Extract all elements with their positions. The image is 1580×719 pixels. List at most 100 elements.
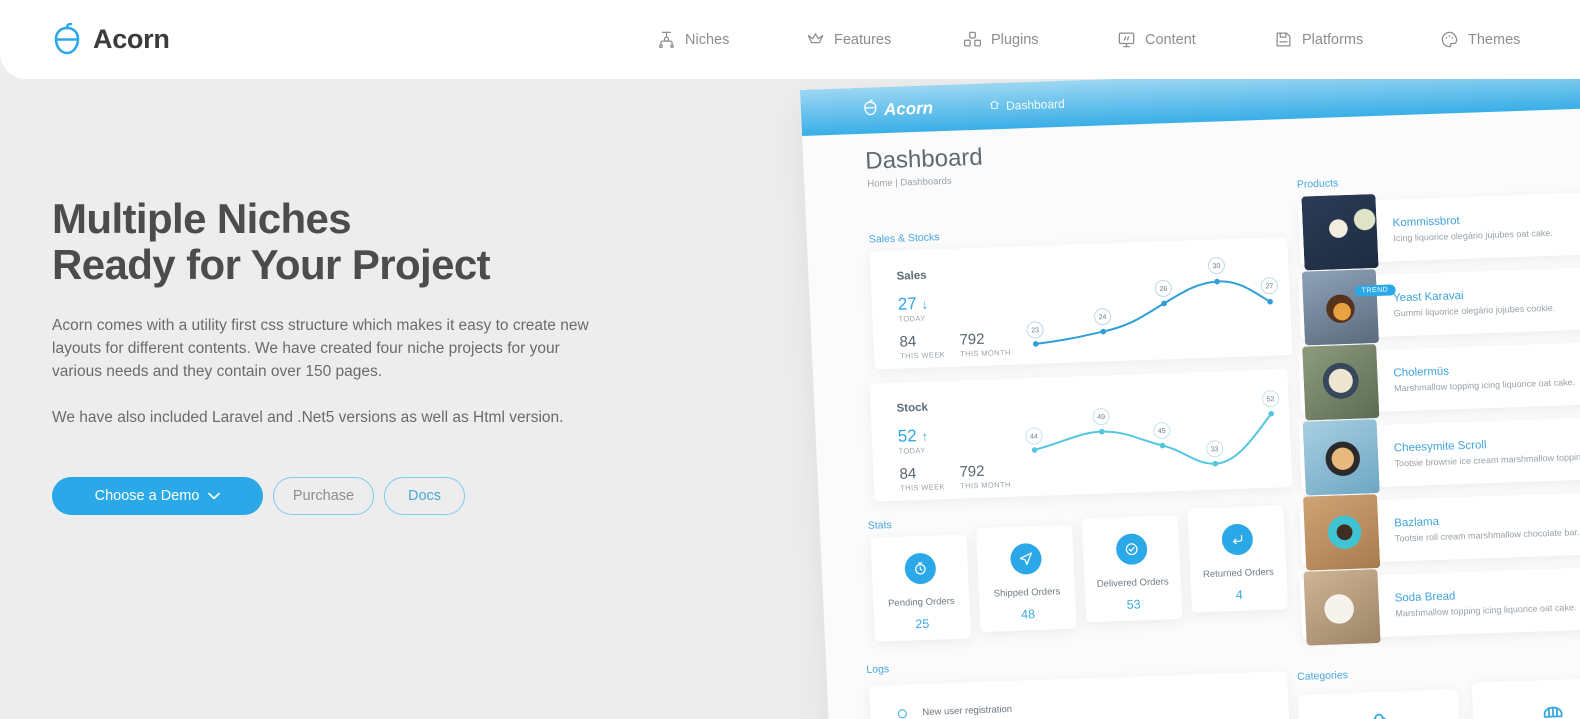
stat-card-returned-orders[interactable]: Returned Orders 4	[1187, 505, 1289, 613]
mockup-breadcrumb: Home | Dashboards	[867, 175, 952, 190]
trend-badge: TREND	[1354, 284, 1396, 297]
sitemap-icon	[657, 30, 676, 49]
svg-text:44: 44	[1030, 433, 1038, 440]
product-thumbnail	[1302, 344, 1380, 421]
product-thumbnail	[1303, 569, 1381, 646]
blocks-icon	[963, 30, 982, 49]
svg-text:33: 33	[1211, 446, 1219, 453]
stat-label: Delivered Orders	[1096, 576, 1169, 590]
product-thumbnail	[1301, 269, 1380, 346]
nav-item-features[interactable]: Features	[806, 30, 891, 49]
product-row[interactable]: Kommissbrot Icing liquorice olegário juj…	[1297, 189, 1580, 271]
docs-button[interactable]: Docs	[384, 477, 465, 515]
nav-links: Niches Features Plugins Content Platform…	[650, 0, 1550, 79]
hero-title-line2: Ready for Your Project	[52, 241, 491, 288]
stock-chart-card: Stock 52 ↑ TODAY 84 THIS WEEK 792 THIS M…	[869, 369, 1293, 502]
mockup-brand: Acorn	[863, 97, 934, 121]
svg-text:26: 26	[1159, 286, 1167, 293]
nav-label: Platforms	[1302, 31, 1364, 48]
svg-text:49: 49	[1097, 414, 1105, 421]
mockup-nav-dashboard[interactable]: Dashboard	[989, 97, 1065, 114]
choose-a-demo-button[interactable]: Choose a Demo	[52, 477, 263, 515]
stock-week-value: 84	[899, 465, 917, 483]
product-description: Marshmallow topping icing liquorice oat …	[1393, 377, 1576, 394]
sales-line-chart: 23 24 26 30 27	[1026, 257, 1278, 347]
product-row[interactable]: Soda Bread Marshmallow topping icing liq…	[1299, 564, 1580, 646]
hero-paragraph-1: Acorn comes with a utility first css str…	[52, 317, 589, 380]
nav-label: Features	[834, 31, 892, 48]
stock-week-label: THIS WEEK	[899, 482, 946, 493]
product-row[interactable]: Cholermüs Marshmallow topping icing liqu…	[1298, 339, 1580, 421]
nav-item-platforms[interactable]: Platforms	[1274, 30, 1363, 49]
product-description: Gummi liquorice olegário jujubes cookie.	[1393, 302, 1556, 319]
clock-icon	[903, 552, 937, 585]
nav-item-content[interactable]: Content	[1117, 30, 1196, 49]
palette-icon	[1440, 30, 1459, 49]
check-circle-icon	[1114, 533, 1148, 566]
product-row[interactable]: Cheesymite Scroll Tootsie brownie ice cr…	[1298, 414, 1580, 496]
log-row[interactable]: New user registration	[896, 703, 1012, 719]
mockup-brand-name: Acorn	[883, 98, 934, 120]
acorn-icon	[863, 99, 879, 122]
nav-item-plugins[interactable]: Plugins	[963, 30, 1039, 49]
mockup-section-stats: Stats	[867, 519, 893, 532]
product-name: Yeast Karavai	[1392, 289, 1464, 305]
stat-card-delivered-orders[interactable]: Delivered Orders 53	[1081, 515, 1183, 623]
mockup-section-products: Products	[1296, 177, 1339, 191]
hero-title-line1: Multiple Niches	[52, 195, 352, 242]
stat-label: Returned Orders	[1202, 566, 1274, 581]
mockup-section-sales-stocks: Sales & Stocks	[868, 231, 940, 246]
stock-today-value: 52 ↑	[897, 426, 928, 447]
product-name: Bazlama	[1394, 515, 1440, 530]
product-name: Cholermüs	[1393, 365, 1450, 380]
sales-week-value: 84	[899, 333, 917, 351]
category-card-cupcakes[interactable]: Cupcakes	[1297, 689, 1463, 719]
product-thumbnail	[1302, 494, 1381, 571]
product-description: Tootsie brownie ice cream marshmallow to…	[1394, 451, 1580, 469]
sales-chart-title: Sales	[896, 269, 927, 283]
brand-logo-link[interactable]: Acorn	[52, 0, 170, 79]
sales-week-label: THIS WEEK	[899, 350, 946, 361]
sales-month-label: THIS MONTH	[959, 347, 1011, 359]
product-row[interactable]: Bazlama Tootsie roll cream marshmallow c…	[1299, 489, 1580, 571]
stat-value: 48	[1020, 607, 1036, 622]
hero-button-row: Choose a Demo Purchase Docs	[52, 477, 672, 515]
sales-today-label: TODAY	[898, 313, 926, 324]
product-thumbnail	[1301, 193, 1379, 271]
stock-line-chart: 44 49 45 33 52	[1025, 390, 1279, 467]
bread-icon	[1540, 700, 1565, 719]
stock-chart-title: Stock	[896, 401, 929, 415]
page-title: Multiple Niches Ready for Your Project	[52, 196, 672, 288]
sales-month-value: 792	[959, 330, 985, 349]
log-text: New user registration	[922, 703, 1013, 718]
purchase-button[interactable]: Purchase	[273, 477, 374, 515]
stat-card-pending-orders[interactable]: Pending Orders 25	[870, 534, 972, 642]
home-icon	[989, 99, 1001, 113]
product-thumbnail	[1302, 419, 1380, 496]
return-icon	[1220, 523, 1254, 556]
stat-value: 25	[915, 616, 930, 632]
stat-card-shipped-orders[interactable]: Shipped Orders 48	[976, 524, 1077, 632]
svg-text:27: 27	[1265, 283, 1273, 290]
sales-chart-card: Sales 27 ↓ TODAY 84 THIS WEEK 792 THIS M…	[869, 237, 1293, 370]
dashboard-mockup: Acorn Dashboard Dashboard Home | Dashboa…	[800, 68, 1580, 719]
purchase-label: Purchase	[292, 488, 355, 504]
trend-up-icon: ↑	[921, 428, 929, 444]
nav-item-niches[interactable]: Niches	[657, 30, 729, 49]
product-description: Icing liquorice olegário jujubes oat cak…	[1393, 227, 1554, 244]
product-row[interactable]: TREND Yeast Karavai Gummi liquorice oleg…	[1298, 264, 1580, 346]
sales-today-value: 27 ↓	[897, 294, 928, 315]
product-name: Soda Bread	[1394, 590, 1456, 605]
top-navigation-bar: Acorn Niches Features Plugins Content Pl…	[0, 0, 1580, 79]
nav-item-themes[interactable]: Themes	[1440, 30, 1520, 49]
stat-value: 4	[1235, 587, 1244, 603]
monitor-icon	[1117, 30, 1136, 49]
product-description: Marshmallow topping icing liquorice oat …	[1395, 602, 1577, 619]
choose-a-demo-label: Choose a Demo	[94, 488, 200, 504]
send-icon	[1009, 542, 1042, 575]
acorn-icon	[52, 22, 82, 57]
docs-label: Docs	[407, 488, 442, 504]
chevron-down-icon	[208, 492, 221, 500]
category-card-bread[interactable]	[1471, 677, 1580, 719]
crown-icon	[806, 30, 825, 49]
